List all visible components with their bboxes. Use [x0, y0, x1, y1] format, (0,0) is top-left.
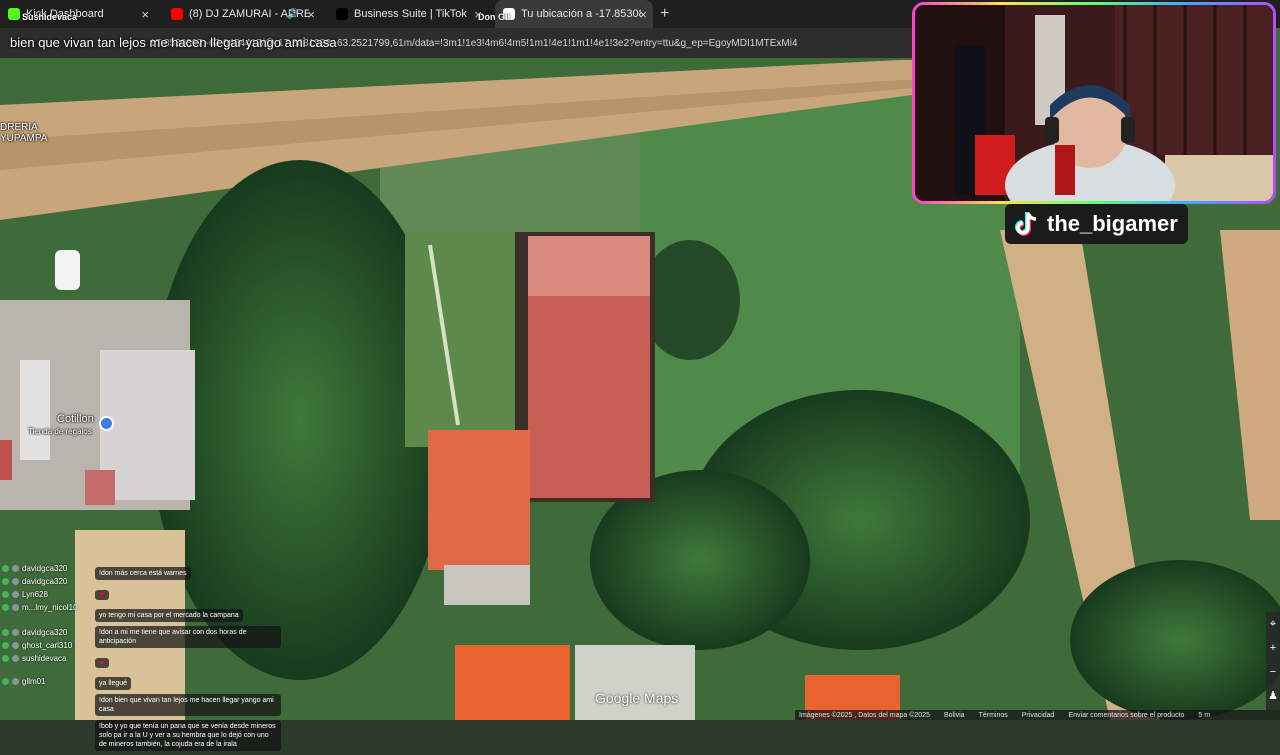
chat-username: Lyn628 [22, 590, 48, 599]
stream-caption: bien que vivan tan lejos me hacen llegar… [10, 35, 337, 50]
online-dot-icon [2, 578, 9, 585]
chat-username: ghost_carl310 [22, 641, 73, 650]
place-pin-icon[interactable] [99, 416, 114, 431]
speaker-icon[interactable]: 🔊 [287, 9, 299, 20]
chat-message: yo tengo mi casa por el mercado la campa… [95, 609, 243, 622]
webcam-feed [915, 5, 1273, 201]
stream-overlay-name: Don Gil [478, 12, 510, 22]
webcam-overlay [912, 2, 1276, 204]
attribution-imagery: Imágenes ©2025 , Datos del mapa ©2025 [799, 711, 930, 719]
chat-username: gllm01 [22, 677, 46, 686]
tab-google-maps[interactable]: Tu ubicación a -17.8530897... × [495, 0, 653, 28]
place-name[interactable]: Cotillon [57, 414, 94, 425]
chat-user: sushidevaca [0, 652, 92, 665]
chat-user: ghost_carl310 [0, 639, 92, 652]
map-label-shop[interactable]: DRERIA YUPAMPA [0, 122, 47, 144]
pegman-icon[interactable]: ♟ [1266, 684, 1280, 708]
avatar-icon [12, 629, 19, 636]
scale-bar-label[interactable]: 5 m [1198, 712, 1210, 719]
streamer-name: the_bigamer [1047, 211, 1178, 236]
chat-message: !bob y yo que tenía un pana que se venía… [95, 720, 281, 751]
chat-username: sushidevaca [22, 654, 67, 663]
emote-icon: ♥ [95, 658, 109, 668]
chat-user: Lyn628 [0, 588, 92, 601]
online-dot-icon [2, 629, 9, 636]
tiktok-name-badge: the_bigamer [1005, 204, 1188, 244]
avatar-icon [12, 604, 19, 611]
chat-username: davidgca320 [22, 564, 68, 573]
avatar-icon [12, 565, 19, 572]
stream-overlay-name: Sushidevaca [22, 12, 78, 22]
close-icon[interactable]: × [307, 7, 315, 22]
avatar-icon [12, 678, 19, 685]
tab-title: Business Suite | TikTok [354, 8, 467, 20]
chat-user: davidgca320 [0, 626, 92, 639]
chat-message: !don bien que vivan tan lejos me hacen l… [95, 694, 281, 716]
zoom-out-button[interactable]: − [1266, 660, 1280, 684]
tab-title: Tu ubicación a -17.8530897... [521, 8, 641, 20]
online-dot-icon [2, 565, 9, 572]
chat-user-list: davidgca320 davidgca320 Lyn628 m...lmy_n… [0, 562, 92, 688]
map-zoom-controls: ⌖ + − ♟ [1266, 612, 1280, 710]
online-dot-icon [2, 604, 9, 611]
webcam-scene [915, 5, 1273, 201]
chat-user: m...lmy_nicol10 [0, 601, 92, 614]
chat-username: davidgca320 [22, 628, 68, 637]
chat-message: ya llegué [95, 677, 132, 690]
tiktok-logo-icon [1015, 212, 1037, 236]
chat-message: !don a mi me tiene que avisar con dos ho… [95, 626, 281, 648]
avatar-icon [12, 642, 19, 649]
location-icon[interactable]: ⌖ [1266, 612, 1280, 636]
youtube-favicon-icon [171, 8, 183, 20]
emote-icon: ♥ [95, 590, 109, 600]
attribution-terms-link[interactable]: Términos [979, 712, 1008, 719]
chat-message: !don más cerca está warnes [95, 567, 191, 580]
close-icon[interactable]: × [639, 7, 647, 22]
zoom-in-button[interactable]: + [1266, 636, 1280, 660]
new-tab-button[interactable]: + [660, 5, 669, 23]
online-dot-icon [2, 678, 9, 685]
chat-user: davidgca320 [0, 575, 92, 588]
online-dot-icon [2, 642, 9, 649]
close-icon[interactable]: × [141, 7, 149, 22]
tiktok-favicon-icon [336, 8, 348, 20]
chat-username: m...lmy_nicol10 [22, 603, 78, 612]
tab-youtube[interactable]: (8) DJ ZAMURAI - ARRECO... 🔊 × [163, 0, 321, 28]
tab-tiktok-business[interactable]: Business Suite | TikTok × [328, 0, 488, 28]
attribution-feedback-link[interactable]: Enviar comentarios sobre el producto [1068, 712, 1184, 719]
avatar-icon [12, 591, 19, 598]
place-category: Tienda de regalos [28, 427, 92, 436]
map-attribution: Imágenes ©2025 , Datos del mapa ©2025 Bo… [795, 710, 1280, 720]
avatar-icon [12, 655, 19, 662]
attribution-country[interactable]: Bolivia [944, 712, 965, 719]
online-dot-icon [2, 655, 9, 662]
chat-user: davidgca320 [0, 562, 92, 575]
chat-message-list: !don más cerca está warnes ♥ yo tengo mi… [95, 562, 281, 755]
online-dot-icon [2, 591, 9, 598]
chat-user: gllm01 [0, 675, 92, 688]
kick-favicon-icon [8, 8, 20, 20]
avatar-icon [12, 578, 19, 585]
attribution-privacy-link[interactable]: Privacidad [1022, 712, 1055, 719]
google-maps-logo: Google Maps [595, 690, 679, 706]
chat-username: davidgca320 [22, 577, 68, 586]
